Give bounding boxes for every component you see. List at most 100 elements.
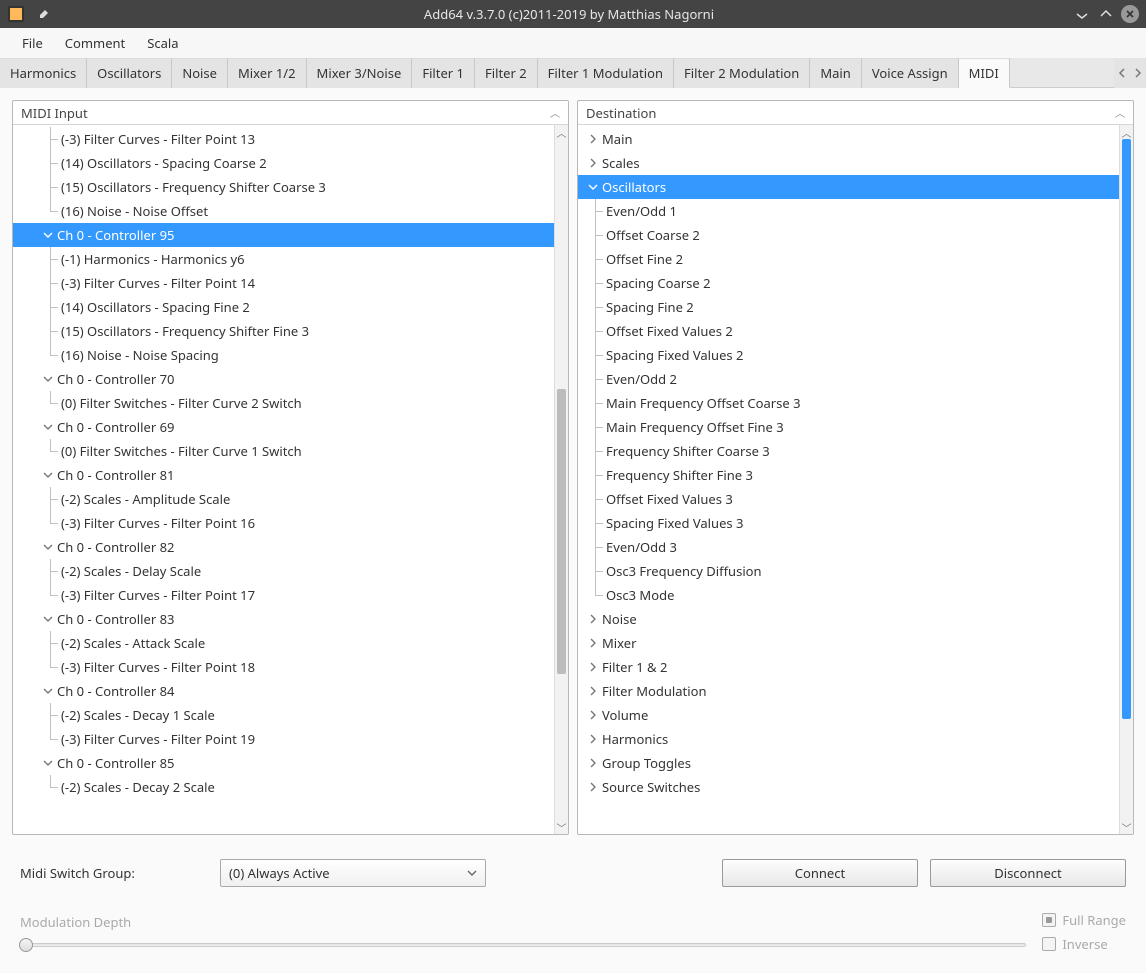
tree-leaf[interactable]: (14) Oscillators - Spacing Coarse 2	[13, 151, 554, 175]
tree-leaf[interactable]: (16) Noise - Noise Offset	[13, 199, 554, 223]
scroll-down-icon[interactable]: ﹀	[1120, 820, 1133, 834]
tree-leaf[interactable]: Offset Fixed Values 3	[578, 487, 1119, 511]
tree-node[interactable]: Oscillators	[578, 175, 1119, 199]
collapse-icon[interactable]: ︿	[1115, 105, 1125, 120]
chevron-down-icon[interactable]	[41, 422, 55, 432]
midi-switch-group-combo[interactable]: (0) Always Active	[220, 859, 486, 887]
tree-leaf[interactable]: (-3) Filter Curves - Filter Point 16	[13, 511, 554, 535]
tab-main[interactable]: Main	[810, 58, 861, 88]
chevron-right-icon[interactable]	[586, 614, 600, 624]
menu-scala[interactable]: Scala	[137, 30, 188, 56]
chevron-right-icon[interactable]	[586, 710, 600, 720]
chevron-down-icon[interactable]	[41, 758, 55, 768]
chevron-down-icon[interactable]	[41, 614, 55, 624]
chevron-down-icon[interactable]	[41, 542, 55, 552]
tab-harmonics[interactable]: Harmonics	[0, 58, 87, 88]
tree-leaf[interactable]: (15) Oscillators - Frequency Shifter Coa…	[13, 175, 554, 199]
chevron-right-icon[interactable]	[586, 758, 600, 768]
tree-leaf[interactable]: (-2) Scales - Amplitude Scale	[13, 487, 554, 511]
chevron-right-icon[interactable]	[586, 638, 600, 648]
chevron-down-icon[interactable]	[41, 230, 55, 240]
tree-leaf[interactable]: (-3) Filter Curves - Filter Point 19	[13, 727, 554, 751]
tree-node[interactable]: Noise	[578, 607, 1119, 631]
chevron-right-icon[interactable]	[586, 686, 600, 696]
scroll-thumb[interactable]	[557, 389, 566, 674]
tree-leaf[interactable]: Offset Coarse 2	[578, 223, 1119, 247]
tab-filter-2-modulation[interactable]: Filter 2 Modulation	[674, 58, 810, 88]
tree-node[interactable]: Volume	[578, 703, 1119, 727]
chevron-right-icon[interactable]	[586, 782, 600, 792]
tab-noise[interactable]: Noise	[172, 58, 228, 88]
tree-leaf[interactable]: Even/Odd 1	[578, 199, 1119, 223]
tree-leaf[interactable]: Osc3 Frequency Diffusion	[578, 559, 1119, 583]
chevron-right-icon[interactable]	[586, 158, 600, 168]
chevron-down-icon[interactable]	[41, 470, 55, 480]
scroll-up-icon[interactable]: ︿	[1120, 125, 1133, 139]
scrollbar[interactable]: ︿ ﹀	[1119, 125, 1133, 834]
tree-node[interactable]: Filter Modulation	[578, 679, 1119, 703]
tree-node[interactable]: Mixer	[578, 631, 1119, 655]
tab-midi[interactable]: MIDI	[959, 58, 1010, 88]
tree-node[interactable]: Ch 0 - Controller 69	[13, 415, 554, 439]
tree-node[interactable]: Filter 1 & 2	[578, 655, 1119, 679]
scrollbar[interactable]: ︿ ﹀	[554, 125, 568, 834]
tree-node[interactable]: Scales	[578, 151, 1119, 175]
menu-comment[interactable]: Comment	[55, 30, 135, 56]
scroll-up-icon[interactable]: ︿	[555, 125, 568, 139]
chevron-down-icon[interactable]	[586, 182, 600, 192]
tree-node[interactable]: Source Switches	[578, 775, 1119, 799]
pin-icon[interactable]	[34, 4, 54, 24]
tree-node[interactable]: Harmonics	[578, 727, 1119, 751]
chevron-right-icon[interactable]	[586, 134, 600, 144]
scroll-thumb[interactable]	[1122, 139, 1131, 719]
tree-leaf[interactable]: (-2) Scales - Delay Scale	[13, 559, 554, 583]
chevron-right-icon[interactable]	[586, 734, 600, 744]
tree-leaf[interactable]: Main Frequency Offset Fine 3	[578, 415, 1119, 439]
inverse-checkbox[interactable]: Inverse	[1042, 935, 1107, 953]
tree-node[interactable]: Ch 0 - Controller 83	[13, 607, 554, 631]
tree-node[interactable]: Main	[578, 127, 1119, 151]
tab-oscillators[interactable]: Oscillators	[87, 58, 172, 88]
tree-leaf[interactable]: Offset Fixed Values 2	[578, 319, 1119, 343]
tree-leaf[interactable]: Even/Odd 2	[578, 367, 1119, 391]
tree-leaf[interactable]: (-1) Harmonics - Harmonics y6	[13, 247, 554, 271]
modulation-depth-slider[interactable]	[20, 939, 1026, 951]
chevron-right-icon[interactable]	[586, 662, 600, 672]
tree-leaf[interactable]: Spacing Fine 2	[578, 295, 1119, 319]
collapse-icon[interactable]: ︿	[550, 105, 560, 120]
connect-button[interactable]: Connect	[722, 859, 918, 887]
tree-node[interactable]: Ch 0 - Controller 85	[13, 751, 554, 775]
tree-leaf[interactable]: (-3) Filter Curves - Filter Point 18	[13, 655, 554, 679]
tree-leaf[interactable]: Main Frequency Offset Coarse 3	[578, 391, 1119, 415]
tree-leaf[interactable]: (0) Filter Switches - Filter Curve 2 Swi…	[13, 391, 554, 415]
tree-leaf[interactable]: Spacing Coarse 2	[578, 271, 1119, 295]
destination-tree[interactable]: MainScalesOscillatorsEven/Odd 1Offset Co…	[578, 125, 1119, 834]
tree-leaf[interactable]: Offset Fine 2	[578, 247, 1119, 271]
tree-node[interactable]: Ch 0 - Controller 95	[13, 223, 554, 247]
slider-thumb[interactable]	[19, 938, 33, 952]
full-range-checkbox[interactable]: Full Range	[1042, 911, 1126, 929]
midi-input-tree[interactable]: (-3) Filter Curves - Filter Point 13(14)…	[13, 125, 554, 834]
tab-scroll-right-icon[interactable]	[1130, 58, 1146, 88]
scroll-down-icon[interactable]: ﹀	[555, 820, 568, 834]
tree-leaf[interactable]: (0) Filter Switches - Filter Curve 1 Swi…	[13, 439, 554, 463]
tab-mixer-1-2[interactable]: Mixer 1/2	[228, 58, 307, 88]
tree-node[interactable]: Ch 0 - Controller 82	[13, 535, 554, 559]
tree-leaf[interactable]: (14) Oscillators - Spacing Fine 2	[13, 295, 554, 319]
tree-leaf[interactable]: Osc3 Mode	[578, 583, 1119, 607]
minimize-icon[interactable]	[1072, 4, 1092, 24]
chevron-down-icon[interactable]	[41, 686, 55, 696]
tree-leaf[interactable]: (15) Oscillators - Frequency Shifter Fin…	[13, 319, 554, 343]
tab-scroll-left-icon[interactable]	[1114, 58, 1130, 88]
tree-leaf[interactable]: (16) Noise - Noise Spacing	[13, 343, 554, 367]
disconnect-button[interactable]: Disconnect	[930, 859, 1126, 887]
tree-node[interactable]: Ch 0 - Controller 81	[13, 463, 554, 487]
tree-leaf[interactable]: (-3) Filter Curves - Filter Point 17	[13, 583, 554, 607]
tree-leaf[interactable]: (-2) Scales - Attack Scale	[13, 631, 554, 655]
tab-filter-2[interactable]: Filter 2	[475, 58, 538, 88]
tree-leaf[interactable]: Even/Odd 3	[578, 535, 1119, 559]
tree-node[interactable]: Group Toggles	[578, 751, 1119, 775]
tree-leaf[interactable]: Spacing Fixed Values 2	[578, 343, 1119, 367]
tree-leaf[interactable]: Spacing Fixed Values 3	[578, 511, 1119, 535]
tab-voice-assign[interactable]: Voice Assign	[862, 58, 959, 88]
